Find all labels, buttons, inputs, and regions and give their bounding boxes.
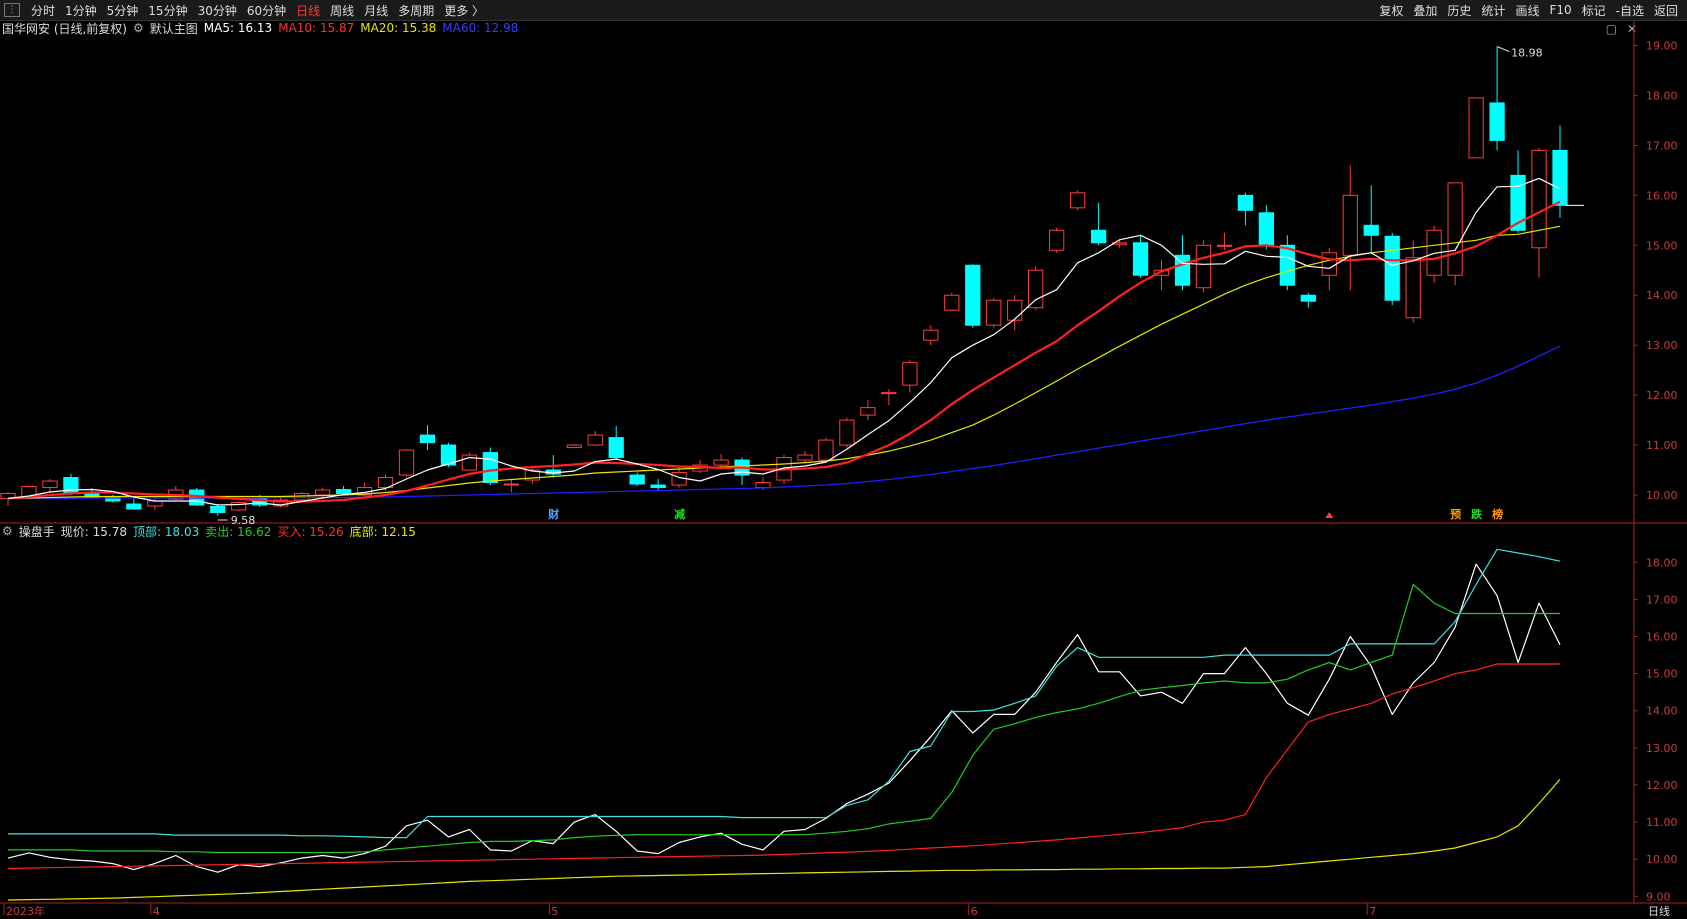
candle-body-down: [650, 484, 666, 489]
candle-body-up: [1195, 244, 1212, 289]
candle-body-down: [1237, 194, 1254, 211]
sub-ytick-label: 11.00: [1646, 816, 1678, 829]
candle-body-up: [398, 449, 415, 476]
candle-body-down: [1090, 229, 1107, 244]
main-ytick-label: 16.00: [1646, 189, 1678, 202]
main-ytick-label: 12.00: [1646, 389, 1678, 402]
sub-ytick-label: 18.00: [1646, 556, 1678, 569]
candle-body-up: [1468, 97, 1484, 159]
candle-body-up: [42, 480, 58, 489]
main-ytick-label: 14.00: [1646, 289, 1678, 302]
main-ytick-label: 19.00: [1646, 39, 1678, 52]
candle-body-up: [1342, 194, 1358, 256]
candle-body-down: [419, 434, 436, 444]
candle-body-down: [126, 503, 142, 510]
candle-body-down: [608, 437, 624, 459]
candle-body-up: [1049, 229, 1065, 251]
event-badge-0: 财: [547, 507, 559, 521]
date-label-3: 6: [971, 905, 978, 918]
sub-ytick-label: 15.00: [1646, 668, 1678, 681]
candle-body-up: [986, 299, 1002, 326]
sub-series-3: [7, 663, 1560, 870]
sub-series-4: [7, 779, 1561, 901]
candle-body-up: [1321, 252, 1337, 276]
candle-body-up: [839, 419, 855, 446]
status-period-label: 日线: [1648, 904, 1670, 918]
candle-body-up: [902, 362, 918, 386]
candle-body-down: [1552, 149, 1568, 206]
sub-series-0: [7, 563, 1561, 873]
event-triangle: [1325, 512, 1334, 518]
candle-body-down: [1258, 212, 1275, 246]
candle-body-up: [713, 459, 729, 466]
candle-body-down: [1363, 224, 1379, 236]
sub-ytick-label: 13.00: [1646, 742, 1678, 755]
low-price-label: 9.58: [231, 514, 256, 527]
candle-body-up: [1216, 244, 1233, 247]
sub-ytick-label: 14.00: [1646, 705, 1678, 718]
candle-body-up: [566, 444, 582, 449]
date-label-1: 4: [153, 905, 160, 918]
main-ytick-label: 18.00: [1646, 89, 1678, 102]
stock-chart[interactable]: 10.00 11.00 12.00 13.00 14.00 15.00 16.00 17.00…: [0, 0, 1687, 919]
candle-body-down: [629, 474, 645, 485]
candle-body-up: [1531, 149, 1547, 249]
event-badge-3: 跌: [1471, 507, 1483, 521]
candle-body-up: [1028, 269, 1044, 309]
candle-body-up: [587, 434, 603, 446]
date-label-2: 5: [551, 905, 558, 918]
high-marker-arrow: [1496, 46, 1510, 52]
candle-body-up: [1405, 257, 1421, 319]
candle-body-down: [1279, 244, 1295, 286]
candle-body-up: [1069, 192, 1086, 209]
candle-body-down: [1132, 242, 1149, 276]
candle-body-up: [1007, 299, 1023, 321]
candle-body-up: [923, 329, 939, 341]
event-badge-4: 榜: [1492, 507, 1503, 521]
candle-body-up: [818, 439, 834, 461]
main-ytick-label: 11.00: [1646, 439, 1678, 452]
candle-body-down: [482, 452, 499, 484]
sub-ytick-label: 16.00: [1646, 630, 1678, 643]
main-ytick-label: 15.00: [1646, 239, 1678, 252]
sub-ytick-label: 12.00: [1646, 779, 1678, 792]
candle-body-up: [881, 392, 897, 395]
date-label-0: 2023年: [6, 904, 45, 918]
candle-body-up: [755, 482, 771, 489]
candle-body-up: [503, 483, 519, 486]
candle-body-up: [147, 500, 163, 507]
main-ytick-label: 17.00: [1646, 139, 1678, 152]
event-badge-2: 预: [1450, 507, 1461, 521]
candle-body-up: [797, 454, 813, 461]
sub-series-1: [8, 548, 1561, 839]
candle-body-down: [1489, 102, 1505, 141]
candle-body-up: [1447, 182, 1463, 276]
sub-ytick-label: 9.00: [1646, 890, 1671, 903]
candle-body-up: [860, 407, 876, 416]
candle-body-down: [1300, 294, 1316, 302]
candle-body-up: [944, 294, 960, 311]
date-label-4: 7: [1369, 905, 1376, 918]
candle-body-down: [965, 264, 981, 326]
sub-ytick-label: 10.00: [1646, 853, 1678, 866]
candle-body-down: [335, 489, 352, 495]
sub-ytick-label: 17.00: [1646, 593, 1678, 606]
main-ytick-label: 10.00: [1646, 489, 1678, 502]
event-badge-1: 减: [674, 507, 685, 521]
high-price-label: 18.98: [1511, 46, 1543, 59]
main-ytick-label: 13.00: [1646, 339, 1678, 352]
candle-body-down: [210, 506, 226, 513]
sub-series-2: [8, 583, 1560, 854]
candle-body-up: [293, 493, 310, 501]
candle-body-down: [1384, 235, 1400, 301]
candle-body-up: [314, 489, 331, 496]
